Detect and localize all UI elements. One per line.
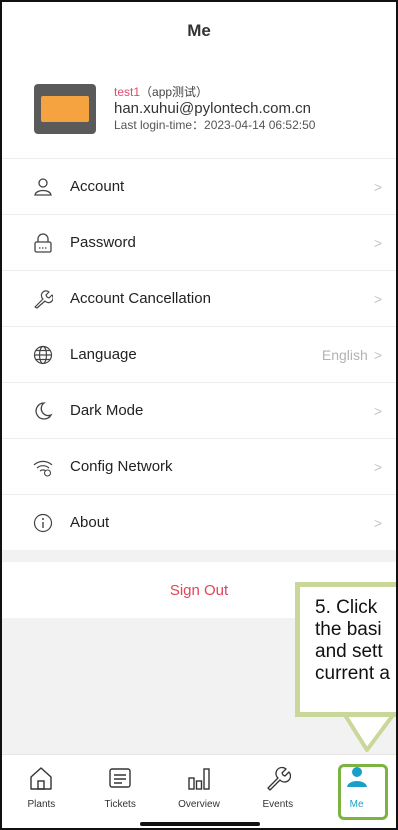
callout-text: 5. Click the basi and sett current a <box>315 597 390 684</box>
tab-me-highlight <box>338 764 388 820</box>
wrench-icon <box>32 288 54 310</box>
wifi-icon <box>32 456 54 478</box>
profile-last-login: Last login-time：2023-04-14 06:52:50 <box>114 118 316 133</box>
menu-item-label: Account <box>70 178 125 195</box>
app-frame: Me test1（app测试） han.xuhui@pylontech.com.… <box>0 0 398 830</box>
bar-chart-icon <box>184 763 214 793</box>
chevron-right-icon: > <box>373 514 382 531</box>
lock-icon <box>32 232 54 254</box>
menu-item-label: About <box>70 514 110 531</box>
wrench-icon <box>263 763 293 793</box>
tab-tickets[interactable]: Tickets <box>81 755 160 828</box>
callout-box: 5. Click the basi and sett current a <box>295 582 396 717</box>
chevron-right-icon: > <box>373 178 382 195</box>
tab-label: Plants <box>27 799 56 810</box>
tab-plants[interactable]: Plants <box>2 755 81 828</box>
tickets-icon <box>105 763 135 793</box>
tab-events[interactable]: Events <box>238 755 317 828</box>
menu-item-label: Config Network <box>70 458 173 475</box>
home-icon <box>26 763 56 793</box>
profile-username-row: test1（app测试） <box>114 85 315 100</box>
info-icon <box>32 512 54 534</box>
profile-info: test1（app测试） han.xuhui@pylontech.com.cn … <box>114 85 315 134</box>
tab-overview[interactable]: Overview <box>160 755 239 828</box>
page-title: Me <box>187 21 211 40</box>
menu-item-language[interactable]: Language English > <box>2 326 396 382</box>
tab-label: Tickets <box>104 799 136 810</box>
menu-item-password[interactable]: Password > <box>2 214 396 270</box>
page-header: Me <box>2 2 396 60</box>
menu-item-label: Language <box>70 346 137 363</box>
tab-label: Overview <box>178 799 220 810</box>
moon-icon <box>32 400 54 422</box>
profile-username-suffix: （app测试） <box>140 84 209 99</box>
chevron-right-icon: > <box>373 458 382 475</box>
language-value: English <box>321 346 368 363</box>
tutorial-callout: 5. Click the basi and sett current a <box>295 582 396 754</box>
menu-item-about[interactable]: About > <box>2 494 396 550</box>
home-indicator <box>140 822 260 826</box>
chevron-right-icon: > <box>373 290 382 307</box>
avatar[interactable] <box>34 84 96 134</box>
avatar-image <box>41 96 89 122</box>
chevron-right-icon: > <box>373 346 382 363</box>
person-icon <box>32 176 54 198</box>
tab-label: Events <box>262 799 294 810</box>
bottom-tab-bar: Plants Tickets Overview Events Me <box>2 754 396 828</box>
chevron-right-icon: > <box>373 234 382 251</box>
menu-item-dark-mode[interactable]: Dark Mode > <box>2 382 396 438</box>
menu-item-account-cancellation[interactable]: Account Cancellation > <box>2 270 396 326</box>
menu-item-label: Account Cancellation <box>70 290 211 307</box>
menu-item-config-network[interactable]: Config Network > <box>2 438 396 494</box>
profile-card[interactable]: test1（app测试） han.xuhui@pylontech.com.cn … <box>2 60 396 158</box>
chevron-right-icon: > <box>373 402 382 419</box>
sign-out-label: Sign Out <box>169 581 229 599</box>
profile-username: test1 <box>114 84 141 99</box>
menu-item-label: Dark Mode <box>70 402 144 419</box>
globe-icon <box>32 344 54 366</box>
menu-item-label: Password <box>70 234 136 251</box>
profile-email: han.xuhui@pylontech.com.cn <box>114 99 312 117</box>
menu-item-account[interactable]: Account > <box>2 158 396 214</box>
settings-menu: Account > Password > Account Cancellatio… <box>2 158 396 550</box>
